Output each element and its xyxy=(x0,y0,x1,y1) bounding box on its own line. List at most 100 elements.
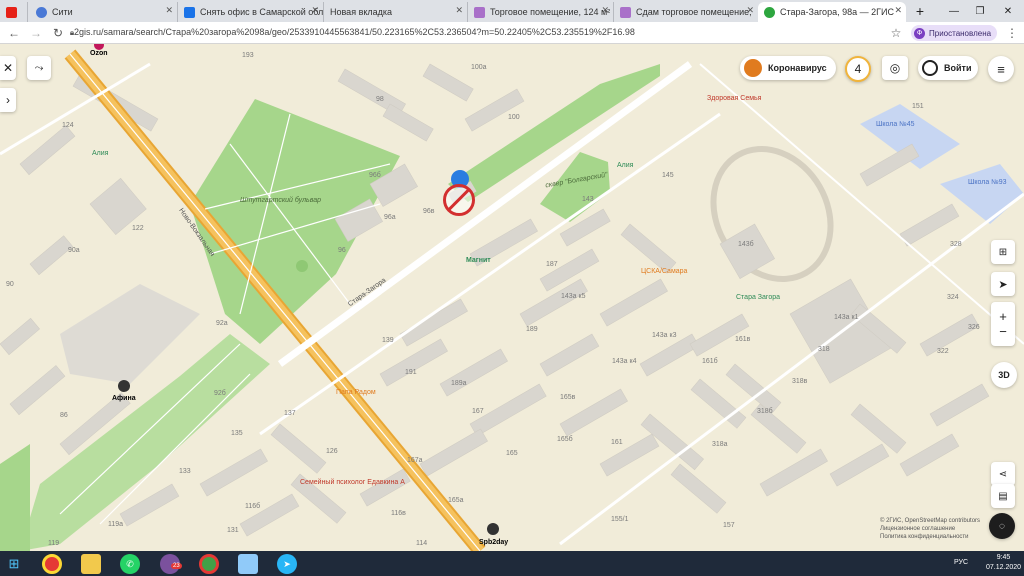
back-arrow-icon[interactable]: ← xyxy=(6,25,22,41)
copyright-block: © 2ГИС, OpenStreetMap contributors Лицен… xyxy=(880,517,980,541)
youtube-icon xyxy=(6,6,17,18)
chrome-icon xyxy=(36,6,47,18)
close-tab-icon[interactable]: ✕ xyxy=(601,5,609,16)
chat-bubble-icon[interactable]: ◌ xyxy=(989,513,1015,539)
close-tab-icon[interactable]: ✕ xyxy=(455,5,463,16)
expand-panel-chevron-icon[interactable]: › xyxy=(0,88,16,112)
3d-toggle-button[interactable]: 3D xyxy=(991,362,1017,388)
chrome-active-icon[interactable] xyxy=(199,554,219,574)
tab-title: Стара-Загора, 98а — 2ГИС xyxy=(780,7,894,17)
building-number: 90 xyxy=(6,281,14,288)
tab-siti[interactable]: Сити ✕ xyxy=(30,2,178,22)
locate-arrow-icon[interactable]: ➤ xyxy=(991,272,1015,296)
zoom-out-button[interactable]: − xyxy=(999,324,1007,339)
coronavirus-button[interactable]: Коронавирус xyxy=(740,56,836,80)
notes-app-icon[interactable] xyxy=(238,554,258,574)
building-number: 96а xyxy=(384,214,396,221)
poi-magnit[interactable]: Магнит xyxy=(466,257,491,264)
chrome-icon[interactable] xyxy=(42,554,62,574)
building-number: 143а к4 xyxy=(612,358,637,365)
poi-ozon[interactable]: Ozon xyxy=(90,50,108,57)
privacy-link[interactable]: Политика конфиденциальности xyxy=(880,533,980,541)
building-number: 98 xyxy=(376,96,384,103)
notifications-badge[interactable]: 4 xyxy=(845,56,871,82)
share-icon[interactable]: ⋖ xyxy=(991,462,1015,486)
viber-icon[interactable]: 23 xyxy=(160,554,182,574)
poi-afina[interactable]: Афина xyxy=(112,395,136,402)
poi-zdorovaya-semya[interactable]: Здоровая Семья xyxy=(707,95,761,102)
map-canvas[interactable]: Ново-Вокзальная Стара-Загора Штутгартски… xyxy=(0,44,1024,551)
building-number: 92б xyxy=(214,390,226,397)
copyright-text: © 2ГИС, OpenStreetMap contributors xyxy=(880,518,981,524)
file-explorer-icon[interactable] xyxy=(81,554,101,574)
tab-office[interactable]: Снять офис в Самарской обл ✕ xyxy=(178,2,324,22)
poi-spb2day[interactable]: Spb2day xyxy=(479,539,508,546)
park-bottom-left xyxy=(0,444,30,551)
minimize-button[interactable]: — xyxy=(940,0,968,22)
spb2day-icon[interactable] xyxy=(487,523,499,535)
print-icon[interactable]: ▤ xyxy=(991,484,1015,508)
building-number: 322 xyxy=(937,348,949,355)
building-number: 167а xyxy=(407,457,423,464)
close-tab-icon[interactable]: ✕ xyxy=(894,5,902,16)
route-icon[interactable]: ⤳ xyxy=(27,56,51,80)
poi-papa-radom[interactable]: Папа Радом xyxy=(336,389,376,396)
building-number: 135 xyxy=(231,430,243,437)
tab-title: Сдам торговое помещение, xyxy=(636,7,752,17)
poi-school-93[interactable]: Школа №93 xyxy=(968,179,1007,186)
building-number: 328 xyxy=(950,241,962,248)
map-pin-marker[interactable] xyxy=(443,170,477,220)
tab-title: Новая вкладка xyxy=(330,7,393,17)
login-button[interactable]: Войти xyxy=(918,56,978,80)
poi-stara-zagora[interactable]: Стара Загора xyxy=(736,294,780,301)
whatsapp-icon[interactable]: ✆ xyxy=(120,554,140,574)
url-field[interactable]: 2gis.ru/samara/search/Стара%20загора%209… xyxy=(74,27,635,37)
maximize-button[interactable]: ❐ xyxy=(966,0,994,22)
ruler-icon[interactable]: ⊞ xyxy=(991,240,1015,264)
bookmark-star-icon[interactable]: ☆ xyxy=(888,25,904,41)
clock-date: 07.12.2020 xyxy=(986,564,1022,571)
profile-button[interactable]: Ф Приостановлена xyxy=(911,25,997,41)
telegram-icon[interactable]: ➤ xyxy=(277,554,297,574)
hamburger-menu-icon[interactable]: ≡ xyxy=(988,56,1014,82)
system-clock[interactable]: 9:45 07.12.2020 xyxy=(986,553,1021,573)
close-tab-icon[interactable]: ✕ xyxy=(311,5,319,16)
poi-aliya-1[interactable]: Алия xyxy=(92,150,108,157)
afina-icon[interactable] xyxy=(118,380,130,392)
virus-icon xyxy=(744,59,762,77)
building-number: 189 xyxy=(526,326,538,333)
keyboard-language[interactable]: РУС xyxy=(954,559,968,566)
close-window-button[interactable]: ✕ xyxy=(994,0,1022,22)
tab-youtube[interactable] xyxy=(0,2,28,22)
building-number: 193 xyxy=(242,52,254,59)
zoom-in-button[interactable]: + xyxy=(999,309,1007,324)
poi-cska-samara[interactable]: ЦСКА/Самара xyxy=(641,268,687,275)
poi-psychologist[interactable]: Семейный психолог Едавкина А xyxy=(300,479,405,486)
menu-kebab-icon[interactable]: ⋮ xyxy=(1004,25,1020,41)
building-number: 116в xyxy=(391,510,406,517)
windows-start-icon[interactable]: ⊞ xyxy=(4,554,24,574)
license-link[interactable]: Лицензионное соглашение xyxy=(880,525,980,533)
tab-new[interactable]: Новая вкладка ✕ xyxy=(324,2,468,22)
close-panel-button[interactable]: ✕ xyxy=(0,56,16,80)
building-number: 189а xyxy=(451,380,467,387)
tab-trade-room-1[interactable]: Торговое помещение, 124 м² ✕ xyxy=(468,2,614,22)
building-number: 161 xyxy=(611,439,623,446)
tab-trade-room-2[interactable]: Сдам торговое помещение, ✕ xyxy=(614,2,758,22)
camera-icon[interactable]: ◎ xyxy=(882,56,908,80)
tab-2gis-active[interactable]: Стара-Загора, 98а — 2ГИС ✕ xyxy=(758,2,906,22)
poi-aliya-2[interactable]: Алия xyxy=(617,162,633,169)
tab-title: Сити xyxy=(52,7,73,17)
building-number: 131 xyxy=(227,527,239,534)
building-number: 161б xyxy=(702,358,718,365)
park-pond xyxy=(296,260,308,272)
building-number: 100 xyxy=(508,114,520,121)
building-number: 90а xyxy=(68,247,80,254)
building-number: 126 xyxy=(326,448,338,455)
new-tab-button[interactable]: + xyxy=(906,0,934,22)
poi-school-45[interactable]: Школа №45 xyxy=(876,121,915,128)
close-tab-icon[interactable]: ✕ xyxy=(746,5,754,16)
building-number: 139 xyxy=(382,337,394,344)
forward-arrow-icon[interactable]: → xyxy=(28,25,44,41)
close-tab-icon[interactable]: ✕ xyxy=(165,5,173,16)
